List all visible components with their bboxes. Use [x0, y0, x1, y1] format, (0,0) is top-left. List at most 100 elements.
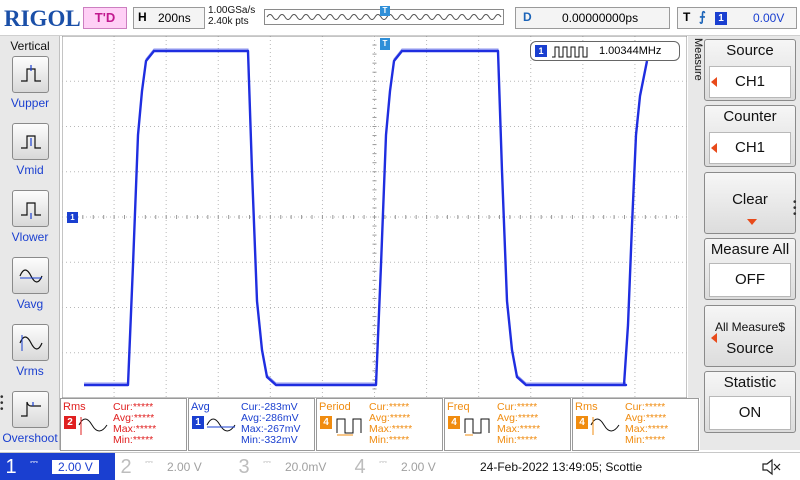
measure-vrms[interactable]: Vrms: [0, 324, 60, 390]
channel-status-bar: 1 ⎓ 2.00 V 2 ⎓ 2.00 V 3 ⎓ 20.0mV 4 ⎓ 2.0…: [0, 452, 800, 480]
source-title: Source: [726, 42, 774, 59]
left-arrow-icon: [711, 333, 717, 343]
measure-min: Min:-332mV: [241, 434, 298, 446]
speaker-muted-icon[interactable]: [760, 457, 782, 477]
counter-channel-badge: 1: [535, 45, 547, 57]
measure-slot-1[interactable]: Rms 2 Cur:***** Avg:***** Max:***** Min:…: [60, 398, 187, 451]
measure-channel: 2: [64, 416, 76, 429]
channel-number: 1: [5, 456, 17, 478]
panel-title: Vertical: [10, 39, 50, 53]
menu-all-measure-source[interactable]: All Measure$ Source: [704, 305, 796, 367]
vmid-button[interactable]: [12, 123, 49, 160]
overshoot-label: Overshoot: [2, 431, 58, 445]
vupper-label: Vupper: [10, 96, 50, 110]
statistic-value: ON: [709, 396, 791, 430]
overshoot-button[interactable]: [12, 391, 49, 428]
menu-clear[interactable]: Clear: [704, 172, 796, 234]
down-arrow-icon: [747, 219, 757, 225]
top-status-bar: RIGOL T'D H 200ns 1.00GSa/s 2.40k pts T …: [0, 0, 800, 36]
measure-vavg[interactable]: Vavg: [0, 257, 60, 323]
trigger-time-marker[interactable]: T: [380, 38, 390, 50]
dc-coupling-icon: ⎓: [263, 457, 271, 468]
channel-scale: 2.00 V: [167, 460, 202, 474]
measure-channel: 4: [320, 416, 332, 429]
timebase-value: 200ns: [158, 11, 191, 25]
all-measure-value: Source: [726, 340, 774, 357]
measure-vlower[interactable]: Vlower: [0, 190, 60, 256]
trigger-level: 0.00V: [753, 11, 785, 25]
counter-value: 1.00344MHz: [599, 45, 662, 57]
dc-coupling-icon: ⎓: [30, 457, 38, 468]
delay-box[interactable]: D 0.00000000ps: [515, 7, 670, 29]
measure-min: Min:*****: [625, 434, 666, 446]
vlower-label: Vlower: [11, 230, 49, 244]
measure-title: Rms: [63, 401, 86, 413]
freq-icon: [464, 418, 490, 436]
sine-icon: [206, 418, 236, 432]
counter-source-value: CH1: [709, 132, 791, 164]
waveform-graticule[interactable]: [62, 36, 687, 398]
vlower-button[interactable]: [12, 190, 49, 227]
sample-info: 1.00GSa/s 2.40k pts: [208, 5, 255, 27]
channel-scale: 2.00 V: [52, 460, 99, 474]
run-state-badge[interactable]: T'D: [83, 7, 127, 29]
ch1-offset-marker[interactable]: 1: [67, 212, 78, 223]
sample-rate: 1.00GSa/s: [208, 5, 256, 16]
measure-channel: 1: [192, 416, 204, 429]
vertical-measure-panel: Vertical Vupper Vmid Vlower Vavg Vrms Ov…: [0, 36, 60, 450]
dc-coupling-icon: ⎓: [379, 457, 387, 468]
rising-edge-icon: ⨍: [699, 9, 706, 24]
measure-title: Avg: [191, 401, 210, 413]
channel-number: 2: [120, 456, 132, 478]
channel-scale: 2.00 V: [401, 460, 436, 474]
sine-icon: [590, 417, 620, 435]
delay-value: 0.00000000ps: [562, 11, 639, 25]
vavg-button[interactable]: [12, 257, 49, 294]
channel-scale: 20.0mV: [285, 460, 327, 474]
menu-source[interactable]: Source CH1: [704, 39, 796, 101]
date-time: 24-Feb-2022 13:49:05; Scottie: [480, 460, 643, 474]
trigger-position-marker[interactable]: T: [380, 6, 390, 16]
measure-title: Freq: [447, 401, 470, 413]
frequency-counter[interactable]: 1 1.00344MHz: [530, 41, 680, 61]
left-arrow-icon: [711, 77, 717, 87]
measurement-results: Rms 2 Cur:***** Avg:***** Max:***** Min:…: [60, 398, 700, 452]
channel-4-tab[interactable]: 4 ⎓ 2.00 V: [349, 453, 467, 480]
measure-min: Min:*****: [369, 434, 410, 446]
vrms-button[interactable]: [12, 324, 49, 361]
measure-slot-5[interactable]: Rms 4 Cur:***** Avg:***** Max:***** Min:…: [572, 398, 699, 451]
panel-scroll-indicator: • • •: [0, 392, 4, 415]
counter-title: Counter: [723, 108, 777, 125]
vupper-icon: [21, 65, 41, 82]
measure-slot-2[interactable]: Avg 1 Cur:-283mV Avg:-286mV Max:-267mV M…: [188, 398, 315, 451]
measure-min: Min:*****: [497, 434, 538, 446]
measure-overshoot[interactable]: Overshoot: [0, 391, 60, 457]
vrms-label: Vrms: [16, 364, 44, 378]
trigger-box[interactable]: T ⨍ 1 0.00V: [677, 7, 797, 29]
measure-min: Min:*****: [113, 434, 154, 446]
measure-title: Rms: [575, 401, 598, 413]
trigger-key: T: [683, 10, 691, 24]
measure-vmid[interactable]: Vmid: [0, 123, 60, 189]
channel-2-tab[interactable]: 2 ⎓ 2.00 V: [115, 453, 233, 480]
channel-1-tab[interactable]: 1 ⎓ 2.00 V: [0, 453, 115, 480]
measure-slot-4[interactable]: Freq 4 Cur:***** Avg:***** Max:***** Min…: [444, 398, 571, 451]
all-measure-title: All Measure$: [714, 320, 786, 334]
vupper-button[interactable]: [12, 56, 49, 93]
menu-counter[interactable]: Counter CH1: [704, 105, 796, 167]
measure-vupper[interactable]: Vupper: [0, 56, 60, 122]
measure-channel: 4: [448, 416, 460, 429]
channel-3-tab[interactable]: 3 ⎓ 20.0mV: [233, 453, 349, 480]
memory-depth: 2.40k pts: [208, 16, 249, 27]
delay-key: D: [523, 10, 532, 24]
menu-measure-all[interactable]: Measure All OFF: [704, 238, 796, 300]
measure-slot-3[interactable]: Period 4 Cur:***** Avg:***** Max:***** M…: [316, 398, 443, 451]
horizontal-timebase[interactable]: H 200ns: [133, 7, 205, 29]
measure-all-value: OFF: [709, 263, 791, 297]
channel-number: 4: [354, 456, 366, 478]
vrms-icon: [19, 335, 43, 351]
horizontal-key: H: [138, 10, 147, 24]
channel-number: 3: [238, 456, 250, 478]
menu-side-label: Measure: [692, 38, 704, 81]
menu-statistic[interactable]: Statistic ON: [704, 371, 796, 433]
